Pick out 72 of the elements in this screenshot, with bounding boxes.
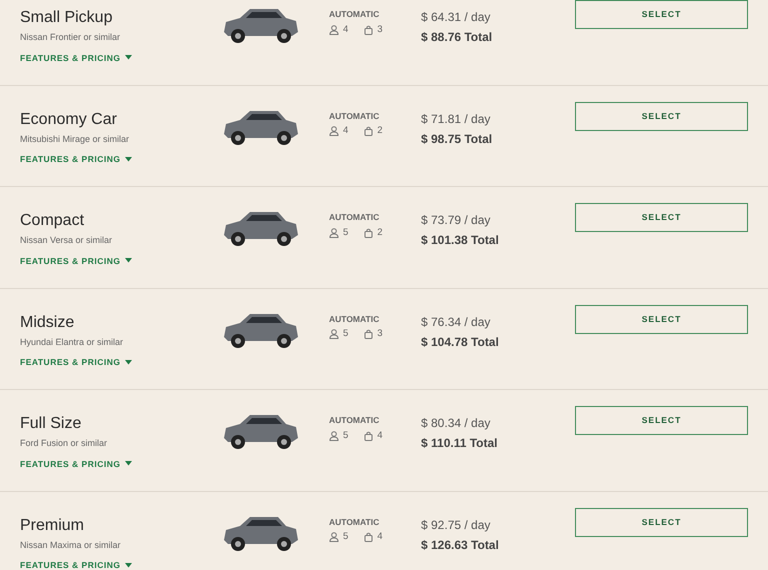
bag-icon: [364, 126, 374, 136]
passenger-count: 5: [343, 226, 348, 240]
caret-icon: [125, 360, 132, 365]
transmission-label: AUTOMATIC: [329, 211, 380, 224]
select-button[interactable]: SELECT: [575, 0, 748, 29]
caret-icon: [125, 55, 132, 60]
vehicle-class: Small Pickup: [20, 8, 114, 28]
person-icon: [329, 24, 339, 35]
features-pricing-link[interactable]: FEATURES & PRICING: [20, 458, 132, 470]
bag-count: 4: [377, 530, 383, 544]
features-pricing-link[interactable]: FEATURES & PRICING: [20, 356, 132, 369]
bag-icon: [364, 228, 374, 238]
bag-count: 2: [377, 124, 383, 138]
vehicle-class: Economy Car: [20, 110, 118, 130]
person-icon: [329, 126, 339, 136]
vehicle-class: Premium: [20, 516, 86, 536]
person-icon: [329, 329, 339, 340]
daily-price: $ 73.79 / day: [421, 212, 492, 229]
caret-icon: [125, 461, 132, 466]
vehicle-model: Hyundai Elantra or similar: [20, 336, 124, 349]
caret-icon: [125, 258, 132, 264]
person-icon: [329, 228, 339, 238]
vehicle-model: Nissan Versa or similar: [20, 234, 114, 247]
vehicle-class: Midsize: [20, 312, 76, 332]
passenger-count: 4: [343, 22, 348, 37]
daily-price: $ 92.75 / day: [421, 516, 492, 534]
daily-price: $ 71.81 / day: [421, 110, 492, 128]
daily-price: $ 80.34 / day: [421, 415, 492, 432]
transmission-label: AUTOMATIC: [329, 110, 380, 122]
vehicle-class: Compact: [20, 211, 86, 231]
features-pricing-link[interactable]: FEATURES & PRICING: [20, 153, 132, 166]
daily-price: $ 76.34 / day: [421, 314, 492, 330]
select-button[interactable]: SELECT: [575, 508, 748, 536]
person-icon: [329, 532, 339, 542]
features-pricing-link[interactable]: FEATURES & PRICING: [20, 52, 132, 64]
passenger-count: 4: [343, 124, 348, 138]
bag-icon: [364, 430, 374, 441]
vehicle-model: Mitsubishi Mirage or similar: [20, 132, 130, 146]
daily-price: $ 64.31 / day: [421, 9, 492, 26]
person-icon: [329, 430, 339, 441]
caret-icon: [125, 562, 132, 568]
features-pricing-link[interactable]: FEATURES & PRICING: [20, 254, 132, 268]
passenger-count: 5: [343, 530, 348, 544]
transmission-label: AUTOMATIC: [329, 414, 380, 427]
bag-count: 3: [377, 22, 383, 37]
bag-icon: [364, 532, 374, 542]
total-price: $ 104.78 Total: [421, 334, 500, 350]
vehicle-model: Nissan Maxima or similar: [20, 538, 122, 552]
total-price: $ 101.38 Total: [421, 232, 500, 249]
total-price: $ 88.76 Total: [421, 29, 494, 46]
bag-count: 4: [377, 428, 383, 443]
passenger-count: 5: [343, 428, 348, 443]
vehicle-model: Ford Fusion or similar: [20, 437, 108, 450]
caret-icon: [125, 156, 132, 162]
bag-icon: [364, 329, 374, 340]
passenger-count: 5: [343, 327, 348, 342]
bag-count: 2: [377, 226, 383, 240]
total-price: $ 110.11 Total: [421, 435, 498, 452]
bag-count: 3: [377, 327, 383, 342]
vehicle-class: Full Size: [20, 414, 82, 434]
select-button[interactable]: SELECT: [575, 304, 748, 334]
bag-icon: [364, 24, 374, 35]
select-button[interactable]: SELECT: [575, 406, 748, 435]
select-button[interactable]: SELECT: [575, 102, 748, 130]
transmission-label: AUTOMATIC: [329, 516, 380, 528]
transmission-label: AUTOMATIC: [329, 312, 380, 326]
vehicle-model: Nissan Frontier or similar: [20, 31, 122, 44]
features-pricing-link[interactable]: FEATURES & PRICING: [20, 559, 132, 570]
transmission-label: AUTOMATIC: [329, 8, 380, 21]
total-price: $ 98.75 Total: [421, 130, 494, 148]
total-price: $ 126.63 Total: [421, 536, 500, 554]
select-button[interactable]: SELECT: [575, 203, 748, 232]
